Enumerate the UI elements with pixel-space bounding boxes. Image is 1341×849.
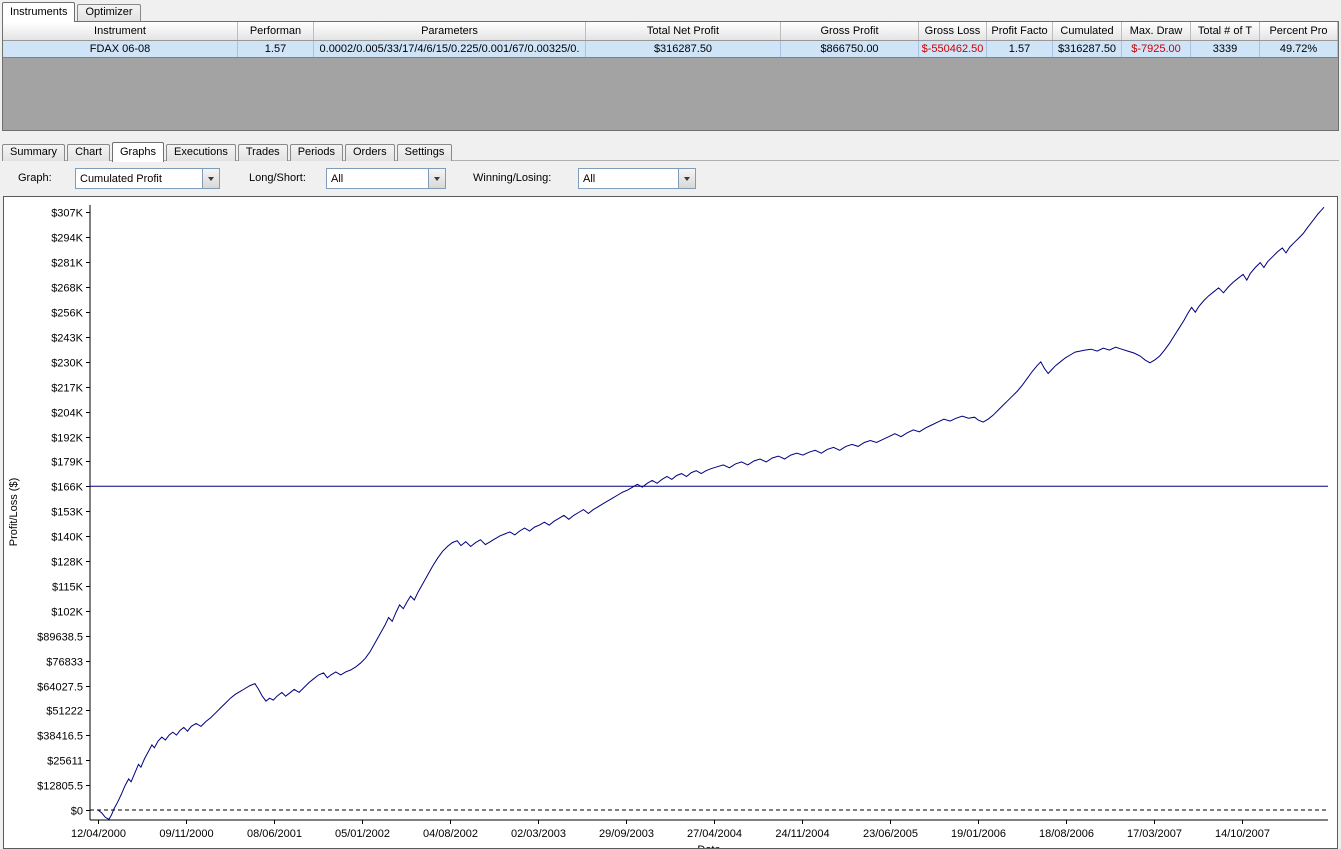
tab-optimizer[interactable]: Optimizer	[77, 4, 140, 21]
svg-text:$25611: $25611	[47, 756, 83, 768]
winning-losing-label: Winning/Losing:	[473, 172, 551, 184]
svg-text:19/01/2006: 19/01/2006	[951, 828, 1006, 840]
cell-profit-factor: 1.57	[987, 41, 1053, 57]
svg-text:29/09/2003: 29/09/2003	[599, 828, 654, 840]
column-header-parameters[interactable]: Parameters	[314, 22, 586, 40]
column-header-total-net-profit[interactable]: Total Net Profit	[586, 22, 781, 40]
svg-text:$76833: $76833	[46, 657, 83, 669]
graph-controls-bar: Graph: Cumulated Profit Long/Short: All …	[2, 161, 1339, 196]
svg-text:12/04/2000: 12/04/2000	[71, 828, 126, 840]
svg-text:$38416.5: $38416.5	[37, 731, 83, 743]
detail-tabstrip: Summary Chart Graphs Executions Trades P…	[2, 141, 454, 161]
x-axis-title: Date	[697, 844, 720, 848]
svg-text:$115K: $115K	[52, 582, 84, 594]
svg-text:17/03/2007: 17/03/2007	[1127, 828, 1182, 840]
cell-gross-profit: $866750.00	[781, 41, 919, 57]
winning-losing-select-value: All	[579, 173, 678, 185]
svg-text:$294K: $294K	[51, 233, 83, 245]
x-axis-ticks: 12/04/2000 09/11/2000 08/06/2001 05/01/2002…	[71, 820, 1270, 840]
tab-executions[interactable]: Executions	[166, 144, 236, 161]
column-header-percent-profitable[interactable]: Percent Pro	[1260, 22, 1338, 40]
svg-text:14/10/2007: 14/10/2007	[1215, 828, 1270, 840]
tab-orders[interactable]: Orders	[345, 144, 395, 161]
svg-text:$192K: $192K	[51, 433, 83, 445]
column-header-gross-loss[interactable]: Gross Loss	[919, 22, 987, 40]
svg-text:02/03/2003: 02/03/2003	[511, 828, 566, 840]
tab-chart[interactable]: Chart	[67, 144, 110, 161]
graph-select-value: Cumulated Profit	[76, 173, 202, 185]
svg-text:$0: $0	[71, 806, 83, 818]
svg-text:$243K: $243K	[51, 333, 83, 345]
equity-curve-chart[interactable]: $0 $12805.5 $25611 $38416.5 $51222 $64027.5 $7…	[3, 196, 1338, 849]
svg-text:$217K: $217K	[51, 383, 83, 395]
cell-total-net-profit: $316287.50	[586, 41, 781, 57]
winning-losing-select[interactable]: All	[578, 168, 696, 189]
svg-text:$256K: $256K	[51, 308, 83, 320]
svg-text:18/08/2006: 18/08/2006	[1039, 828, 1094, 840]
cell-performance: 1.57	[238, 41, 314, 57]
tab-graphs[interactable]: Graphs	[112, 142, 164, 162]
svg-text:$153K: $153K	[51, 507, 83, 519]
y-axis-ticks: $0 $12805.5 $25611 $38416.5 $51222 $64027.5 $7…	[37, 208, 90, 818]
tab-trades[interactable]: Trades	[238, 144, 288, 161]
long-short-select[interactable]: All	[326, 168, 446, 189]
long-short-select-value: All	[327, 173, 428, 185]
cell-cumulated: $316287.50	[1053, 41, 1122, 57]
chevron-down-icon[interactable]	[428, 169, 445, 188]
main-tabstrip: Instruments Optimizer	[2, 1, 143, 21]
svg-text:$204K: $204K	[51, 408, 83, 420]
cell-percent-profitable: 49.72%	[1260, 41, 1338, 57]
svg-text:24/11/2004: 24/11/2004	[775, 828, 829, 840]
column-header-performance[interactable]: Performan	[238, 22, 314, 40]
cumulated-profit-plot[interactable]: $0 $12805.5 $25611 $38416.5 $51222 $64027.5 $7…	[4, 197, 1337, 848]
svg-text:$64027.5: $64027.5	[37, 682, 83, 694]
svg-text:$140K: $140K	[51, 532, 83, 544]
svg-text:23/06/2005: 23/06/2005	[863, 828, 918, 840]
graph-label: Graph:	[18, 172, 52, 184]
svg-text:$51222: $51222	[46, 706, 83, 718]
svg-text:$12805.5: $12805.5	[37, 781, 83, 793]
svg-text:$281K: $281K	[51, 258, 83, 270]
cell-parameters: 0.0002/0.005/33/17/4/6/15/0.225/0.001/67…	[314, 41, 586, 57]
chevron-down-icon[interactable]	[202, 169, 219, 188]
graph-select[interactable]: Cumulated Profit	[75, 168, 220, 189]
column-header-profit-factor[interactable]: Profit Facto	[987, 22, 1053, 40]
cell-max-drawdown: $-7925.00	[1122, 41, 1191, 57]
results-table-header: Instrument Performan Parameters Total Ne…	[3, 22, 1338, 41]
tab-settings[interactable]: Settings	[397, 144, 453, 161]
svg-text:$128K: $128K	[51, 557, 83, 569]
svg-text:$166K: $166K	[51, 482, 83, 494]
column-header-cumulated[interactable]: Cumulated	[1053, 22, 1122, 40]
cell-total-trades: 3339	[1191, 41, 1260, 57]
svg-text:09/11/2000: 09/11/2000	[159, 828, 213, 840]
svg-text:04/08/2002: 04/08/2002	[423, 828, 478, 840]
chevron-down-icon[interactable]	[678, 169, 695, 188]
tab-periods[interactable]: Periods	[290, 144, 343, 161]
column-header-max-drawdown[interactable]: Max. Draw	[1122, 22, 1191, 40]
svg-text:$268K: $268K	[51, 283, 83, 295]
cell-instrument: FDAX 06-08	[3, 41, 238, 57]
long-short-label: Long/Short:	[249, 172, 306, 184]
svg-text:05/01/2002: 05/01/2002	[335, 828, 390, 840]
svg-text:$179K: $179K	[51, 457, 83, 469]
equity-curve	[98, 207, 1324, 819]
results-grid: Instrument Performan Parameters Total Ne…	[2, 21, 1339, 131]
tab-summary[interactable]: Summary	[2, 144, 65, 161]
svg-text:08/06/2001: 08/06/2001	[247, 828, 302, 840]
column-header-gross-profit[interactable]: Gross Profit	[781, 22, 919, 40]
svg-text:$230K: $230K	[51, 358, 83, 370]
svg-text:$89638.5: $89638.5	[37, 632, 83, 644]
svg-text:$102K: $102K	[51, 607, 83, 619]
svg-text:$307K: $307K	[51, 208, 83, 220]
column-header-total-trades[interactable]: Total # of T	[1191, 22, 1260, 40]
y-axis-title: Profit/Loss ($)	[8, 478, 20, 546]
table-row[interactable]: FDAX 06-08 1.57 0.0002/0.005/33/17/4/6/1…	[3, 41, 1338, 58]
tab-instruments[interactable]: Instruments	[2, 2, 75, 22]
svg-text:27/04/2004: 27/04/2004	[687, 828, 742, 840]
cell-gross-loss: $-550462.50	[919, 41, 987, 57]
column-header-instrument[interactable]: Instrument	[3, 22, 238, 40]
